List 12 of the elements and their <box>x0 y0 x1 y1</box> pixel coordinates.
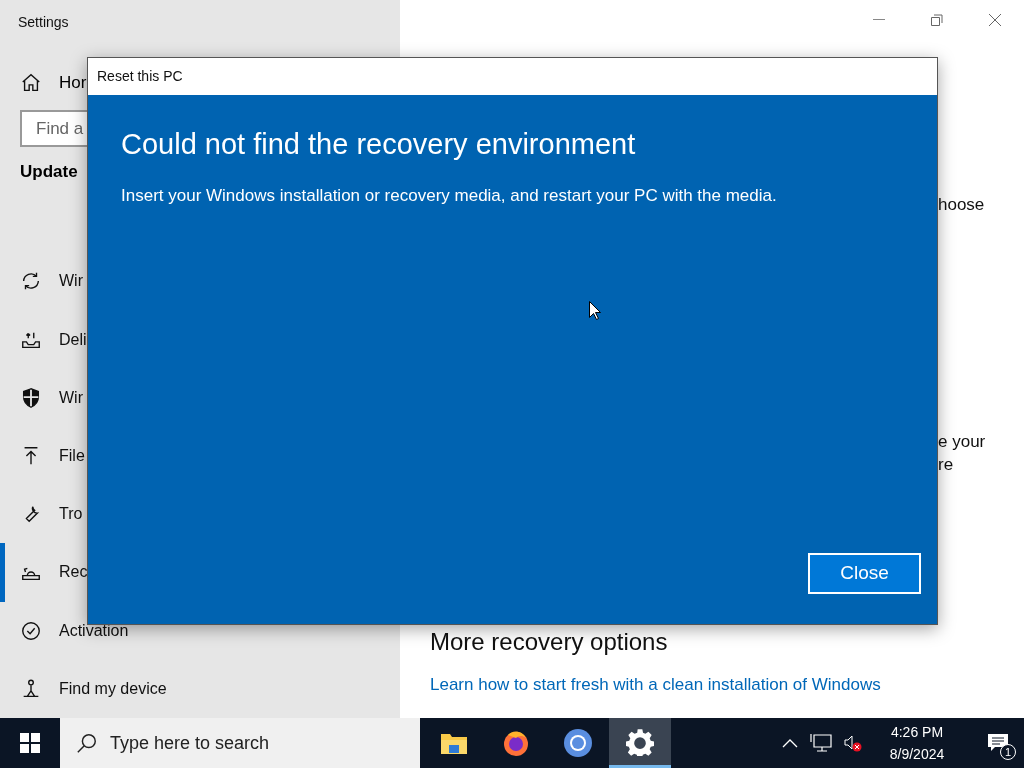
clock-time: 4:26 PM <box>890 723 944 742</box>
description-text: re <box>938 453 954 476</box>
notification-count: 1 <box>1000 744 1016 760</box>
section-heading: More recovery options <box>429 626 669 657</box>
section-heading: Update <box>20 160 78 183</box>
window-title: Settings <box>17 13 70 32</box>
dialog-title: Reset this PC <box>97 67 183 86</box>
description-text: e your <box>938 430 986 453</box>
dialog-message: Insert your Windows installation or recovery media, and restart your PC with the media. <box>121 184 778 207</box>
description-text: hoose <box>938 194 985 216</box>
dialog-heading: Could not find the recovery environment <box>121 127 637 162</box>
clock-date: 8/9/2024 <box>889 745 945 764</box>
